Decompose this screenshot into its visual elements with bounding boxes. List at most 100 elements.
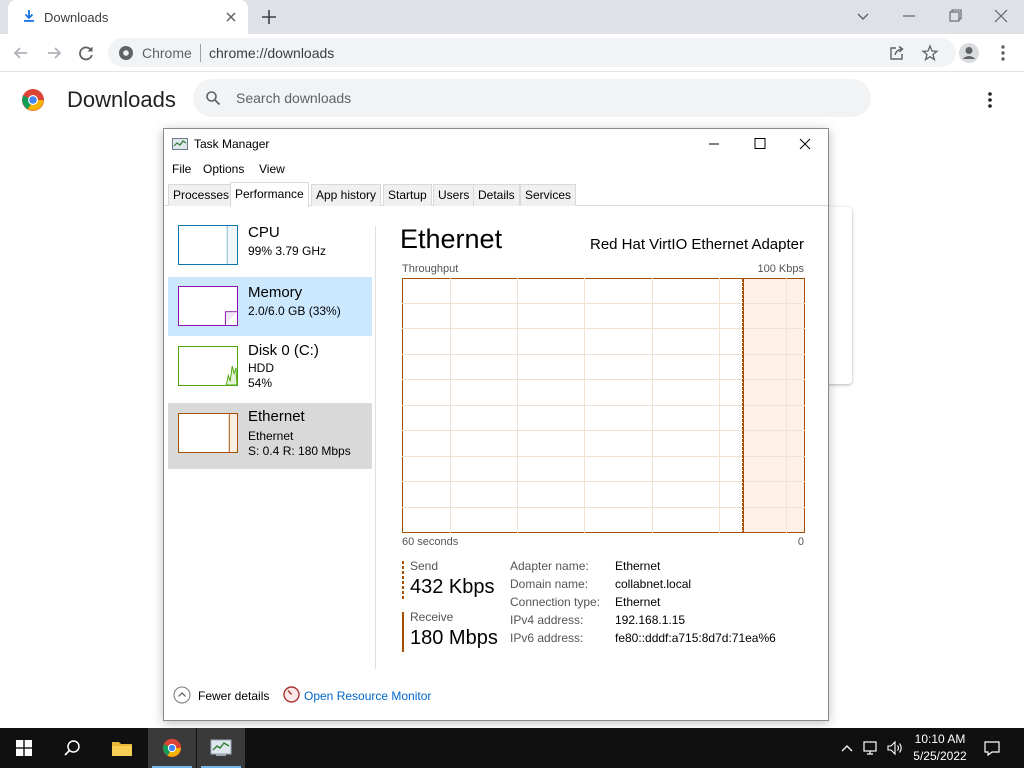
close-window-icon[interactable]	[990, 6, 1012, 26]
taskbar-chrome[interactable]	[148, 728, 196, 768]
address-bar[interactable]: Chrome chrome://downloads	[108, 38, 956, 67]
close-tab-icon[interactable]	[222, 8, 240, 26]
task-manager-menubar: File Options View	[164, 159, 828, 179]
perf-item-detail: S: 0.4 R: 180 Mbps	[248, 444, 351, 458]
profile-avatar-icon[interactable]	[958, 42, 980, 64]
collapse-chevron-icon[interactable]	[173, 686, 191, 704]
property-row: IPv6 address: fe80::dddf:a715:8d7d:71ea%…	[510, 631, 810, 649]
search-downloads-box[interactable]	[193, 79, 871, 117]
tab-app-history[interactable]: App history	[311, 184, 382, 206]
receive-label: Receive	[410, 610, 454, 624]
perf-item-name: Memory	[248, 284, 303, 301]
throughput-label: Throughput	[402, 263, 459, 275]
start-button[interactable]	[0, 728, 48, 768]
property-value: Ethernet	[615, 595, 661, 609]
browser-toolbar: Chrome chrome://downloads	[0, 34, 1024, 72]
taskbar-file-explorer[interactable]	[98, 728, 146, 768]
perf-item-disk[interactable]: Disk 0 (C:) HDD 54%	[168, 337, 372, 401]
detail-title: Ethernet	[400, 224, 503, 254]
perf-item-detail: 99% 3.79 GHz	[248, 244, 327, 258]
tab-users[interactable]: Users	[433, 184, 475, 206]
tm-maximize-icon[interactable]	[737, 129, 783, 159]
property-key: IPv6 address:	[510, 631, 584, 645]
performance-resource-list: CPU 99% 3.79 GHz Memory 2.0/6.0 GB (33%)…	[168, 217, 372, 677]
perf-item-ethernet[interactable]: Ethernet Ethernet S: 0.4 R: 180 Mbps	[168, 403, 372, 469]
tab-services[interactable]: Services	[520, 184, 577, 206]
taskbar-search-button[interactable]	[48, 728, 96, 768]
property-row: Connection type: Ethernet	[510, 595, 810, 613]
property-value: collabnet.local	[615, 577, 692, 591]
task-manager-icon	[210, 739, 232, 756]
perf-item-cpu[interactable]: CPU 99% 3.79 GHz	[168, 217, 372, 275]
perf-item-memory[interactable]: Memory 2.0/6.0 GB (33%)	[168, 277, 372, 336]
tm-close-icon[interactable]	[782, 129, 828, 159]
adapter-description: Red Hat VirtIO Ethernet Adapter	[589, 236, 804, 253]
restore-icon[interactable]	[944, 6, 966, 26]
menu-view[interactable]: View	[259, 162, 285, 176]
share-icon[interactable]	[888, 44, 906, 62]
property-value: Ethernet	[615, 559, 661, 573]
reload-icon[interactable]	[75, 42, 97, 64]
search-icon	[64, 740, 80, 756]
browser-tab-strip: Downloads	[0, 0, 1024, 34]
url-text[interactable]: chrome://downloads	[209, 45, 334, 61]
tab-title: Downloads	[44, 10, 109, 25]
resource-monitor-icon	[283, 686, 300, 703]
chrome-icon	[162, 738, 182, 758]
menu-options[interactable]: Options	[203, 162, 244, 176]
tab-performance[interactable]: Performance	[230, 182, 309, 207]
more-actions-icon[interactable]	[980, 90, 1000, 110]
search-input[interactable]	[236, 88, 836, 108]
property-key: Domain name:	[510, 577, 589, 591]
show-hidden-icons-icon[interactable]	[838, 739, 856, 757]
page-title: Downloads	[67, 87, 176, 112]
minimize-icon[interactable]	[898, 6, 920, 26]
receive-value: 180 Mbps	[410, 627, 498, 649]
memory-thumbnail-graph	[178, 286, 238, 326]
perf-item-detail: Ethernet	[248, 429, 294, 443]
network-icon[interactable]	[862, 739, 880, 757]
new-tab-icon[interactable]	[258, 7, 280, 27]
perf-item-name: CPU	[248, 224, 280, 241]
throughput-graph	[402, 278, 805, 533]
search-icon	[206, 91, 221, 106]
fewer-details-button[interactable]: Fewer details	[198, 689, 269, 703]
tab-downloads[interactable]: Downloads	[8, 0, 248, 34]
forward-icon[interactable]	[43, 42, 65, 64]
clock-date[interactable]: 5/25/2022	[905, 749, 975, 763]
taskbar-task-manager[interactable]	[197, 728, 245, 768]
task-manager-tabs: Processes Performance App history Startu…	[164, 182, 828, 207]
pane-divider[interactable]	[375, 226, 376, 669]
ethernet-thumbnail-graph	[178, 413, 238, 453]
back-icon[interactable]	[10, 42, 32, 64]
task-manager-app-icon	[172, 138, 188, 150]
property-key: IPv4 address:	[510, 613, 584, 627]
open-resource-monitor-link[interactable]: Open Resource Monitor	[304, 689, 431, 703]
notifications-icon[interactable]	[983, 739, 1001, 757]
disk-thumbnail-graph	[178, 346, 238, 386]
property-row: Domain name: collabnet.local	[510, 577, 810, 595]
tm-minimize-icon[interactable]	[691, 129, 737, 159]
property-row: Adapter name: Ethernet	[510, 559, 810, 577]
perf-item-name: Disk 0 (C:)	[248, 342, 319, 359]
browser-menu-icon[interactable]	[992, 42, 1014, 64]
task-manager-titlebar[interactable]: Task Manager	[164, 129, 828, 159]
tab-startup[interactable]: Startup	[383, 184, 432, 206]
volume-icon[interactable]	[886, 739, 904, 757]
task-manager-footer: Fewer details Open Resource Monitor	[164, 681, 828, 721]
chrome-logo-icon	[22, 89, 44, 111]
bookmark-star-icon[interactable]	[921, 44, 939, 62]
perf-item-detail: 2.0/6.0 GB (33%)	[248, 304, 341, 318]
tab-details[interactable]: Details	[473, 184, 520, 206]
window-title: Task Manager	[194, 137, 270, 151]
clock-time[interactable]: 10:10 AM	[905, 732, 975, 746]
chrome-site-icon	[119, 46, 133, 60]
menu-file[interactable]: File	[172, 162, 191, 176]
perf-item-detail: HDD	[248, 361, 274, 375]
graph-max-label: 100 Kbps	[757, 263, 804, 275]
perf-item-name: Ethernet	[248, 408, 305, 425]
tab-search-icon[interactable]	[852, 6, 874, 26]
graph-min-label: 0	[797, 536, 804, 548]
tab-processes[interactable]: Processes	[168, 184, 235, 206]
send-label: Send	[410, 559, 439, 573]
